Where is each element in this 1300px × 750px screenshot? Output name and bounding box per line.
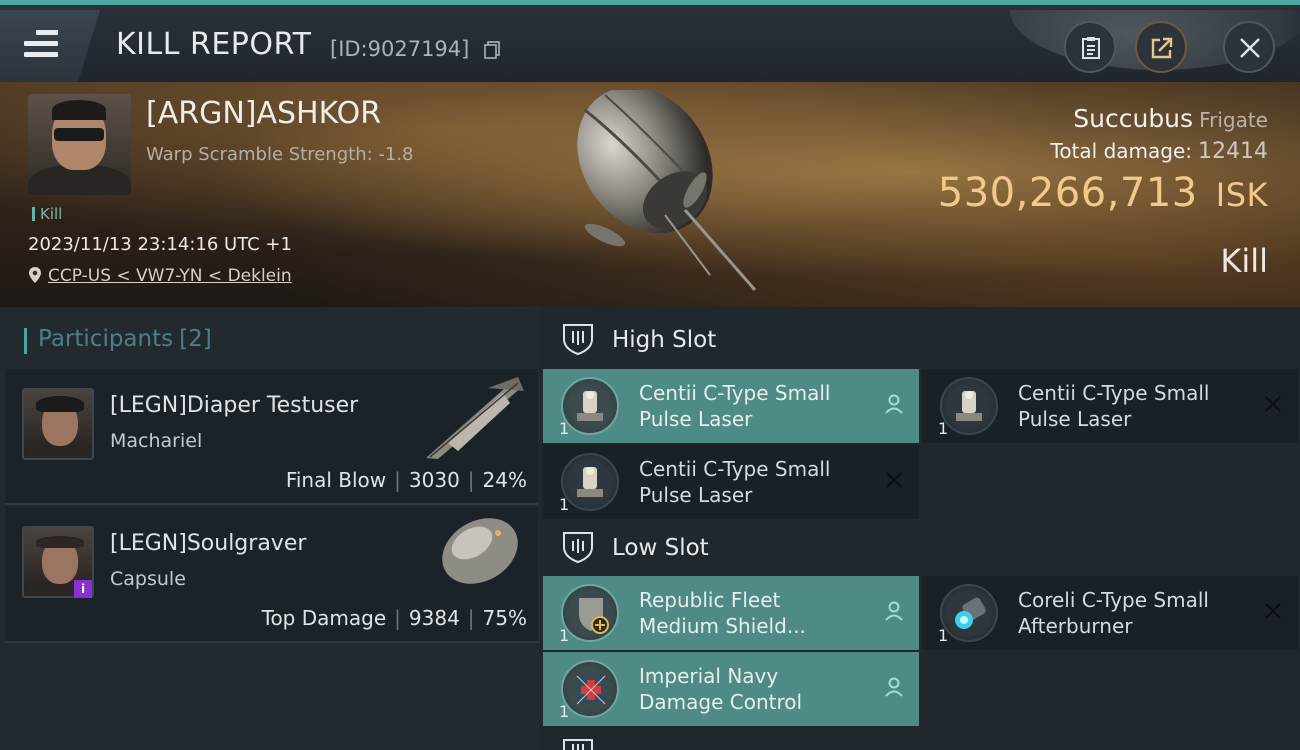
participant-avatar[interactable] bbox=[22, 388, 94, 460]
pulse-laser-icon bbox=[577, 467, 603, 497]
victim-portrait[interactable] bbox=[28, 94, 131, 195]
person-icon bbox=[885, 601, 903, 621]
location-pin-icon bbox=[29, 267, 41, 283]
victim-ship-image[interactable] bbox=[545, 90, 775, 300]
participant-row[interactable]: i [LEGN]Soulgraver Capsule Top Damage | 93… bbox=[5, 507, 538, 643]
module-icon bbox=[561, 584, 619, 642]
kill-datetime: 2023/11/13 23:14:16 UTC +1 bbox=[28, 234, 292, 255]
module-item[interactable]: 1 Centii C-Type Small Pulse Laser bbox=[543, 445, 919, 519]
participant-stats: Final Blow | 3030 | 24% bbox=[285, 468, 527, 492]
info-badge: i bbox=[74, 580, 92, 598]
participant-stats: Top Damage | 9384 | 75% bbox=[261, 606, 527, 630]
participant-name: [LEGN]Soulgraver bbox=[110, 531, 307, 556]
module-item[interactable]: 1 Centii C-Type Small Pulse Laser bbox=[922, 369, 1298, 443]
participant-role: Final Blow bbox=[285, 468, 387, 492]
module-quantity: 1 bbox=[938, 419, 949, 438]
participants-panel: Participants [2] [LEGN]Diaper Testuser Ma… bbox=[0, 307, 540, 750]
module-name: Centii C-Type Small Pulse Laser bbox=[1018, 381, 1210, 431]
participant-percent: 24% bbox=[482, 468, 527, 492]
victim-ship-class: Frigate bbox=[1199, 108, 1268, 132]
afterburner-icon bbox=[955, 597, 986, 629]
participants-title: Participants bbox=[38, 326, 174, 352]
victim-name[interactable]: [ARGN]ASHKOR bbox=[146, 96, 381, 131]
warp-scramble-strength: Warp Scramble Strength: -1.8 bbox=[146, 144, 414, 165]
slot-shield-icon bbox=[563, 739, 593, 750]
x-icon bbox=[886, 472, 902, 488]
module-icon bbox=[940, 377, 998, 435]
damage-control-icon bbox=[576, 675, 606, 705]
menu-button[interactable] bbox=[0, 10, 100, 82]
share-icon bbox=[1151, 37, 1173, 59]
participant-percent: 75% bbox=[482, 606, 527, 630]
module-icon bbox=[561, 377, 619, 435]
pulse-laser-icon bbox=[956, 391, 982, 421]
participants-header: Participants [2] bbox=[24, 326, 212, 354]
total-damage: Total damage: 12414 bbox=[1051, 139, 1269, 164]
isk-amount: 530,266,713 bbox=[937, 170, 1198, 216]
kill-result: Kill bbox=[1220, 242, 1268, 280]
person-icon bbox=[885, 677, 903, 697]
top-bar: KILL REPORT [ID:9027194] bbox=[0, 0, 1300, 82]
victim-ship-name: Succubus bbox=[1073, 104, 1194, 133]
participant-name: [LEGN]Diaper Testuser bbox=[110, 393, 359, 418]
participant-ship-image bbox=[442, 518, 518, 584]
module-icon bbox=[561, 660, 619, 718]
shield-extender-icon bbox=[579, 598, 609, 634]
module-name: Centii C-Type Small Pulse Laser bbox=[639, 381, 831, 431]
location-link[interactable]: CCP-US < VW7-YN < Deklein bbox=[48, 266, 292, 286]
kill-id: [ID:9027194] bbox=[330, 37, 470, 61]
high-slot-label: High Slot bbox=[612, 327, 717, 353]
close-icon bbox=[1240, 38, 1260, 58]
participant-damage: 3030 bbox=[408, 468, 460, 492]
hamburger-icon bbox=[24, 30, 58, 63]
kill-tag: Kill bbox=[32, 205, 62, 223]
module-name: Republic Fleet Medium Shield... bbox=[639, 588, 806, 638]
participant-ship-image bbox=[426, 377, 524, 459]
module-icon bbox=[561, 453, 619, 511]
victim-ship: Succubus Frigate bbox=[1073, 104, 1268, 133]
participant-ship: Capsule bbox=[110, 568, 186, 590]
total-damage-label: Total damage: bbox=[1050, 139, 1193, 163]
module-quantity: 1 bbox=[559, 419, 570, 438]
copy-icon[interactable] bbox=[484, 41, 500, 59]
module-name: Coreli C-Type Small Afterburner bbox=[1018, 588, 1209, 638]
module-name: Centii C-Type Small Pulse Laser bbox=[639, 457, 831, 507]
module-item[interactable]: 1 Imperial Navy Damage Control bbox=[543, 652, 919, 726]
close-button[interactable] bbox=[1223, 21, 1275, 73]
module-item[interactable]: 1 Coreli C-Type Small Afterburner bbox=[922, 576, 1298, 650]
x-icon bbox=[1265, 603, 1281, 619]
module-icon bbox=[940, 584, 998, 642]
module-quantity: 1 bbox=[559, 626, 570, 645]
kill-location[interactable]: CCP-US < VW7-YN < Deklein bbox=[28, 266, 292, 286]
fitting-panel: High Slot 1 Centii C-Type Small Pulse La… bbox=[540, 307, 1300, 750]
isk-value: 530,266,713 ISK bbox=[938, 170, 1268, 216]
module-quantity: 1 bbox=[938, 626, 949, 645]
slot-shield-icon bbox=[563, 324, 593, 356]
module-item[interactable]: 1 Centii C-Type Small Pulse Laser bbox=[543, 369, 919, 443]
participants-count: [2] bbox=[179, 326, 212, 352]
person-icon bbox=[885, 394, 903, 414]
low-slot-label: Low Slot bbox=[612, 535, 709, 561]
page-title: KILL REPORT bbox=[116, 27, 312, 62]
victim-banner: [ARGN]ASHKOR Warp Scramble Strength: -1.… bbox=[0, 82, 1300, 307]
clipboard-icon bbox=[1082, 37, 1100, 59]
module-quantity: 1 bbox=[559, 702, 570, 721]
participant-role: Top Damage bbox=[261, 606, 387, 630]
isk-unit: ISK bbox=[1215, 176, 1268, 214]
participant-damage: 9384 bbox=[408, 606, 460, 630]
module-item[interactable]: 1 Republic Fleet Medium Shield... bbox=[543, 576, 919, 650]
report-button[interactable] bbox=[1064, 21, 1116, 73]
share-button[interactable] bbox=[1135, 21, 1187, 73]
module-quantity: 1 bbox=[559, 495, 570, 514]
module-name: Imperial Navy Damage Control bbox=[639, 664, 803, 714]
participant-ship: Machariel bbox=[110, 430, 203, 452]
x-icon bbox=[1265, 396, 1281, 412]
total-damage-value: 12414 bbox=[1198, 139, 1268, 164]
pulse-laser-icon bbox=[577, 391, 603, 421]
participant-row[interactable]: [LEGN]Diaper Testuser Machariel Final Bl… bbox=[5, 369, 538, 505]
slot-shield-icon bbox=[563, 532, 593, 564]
